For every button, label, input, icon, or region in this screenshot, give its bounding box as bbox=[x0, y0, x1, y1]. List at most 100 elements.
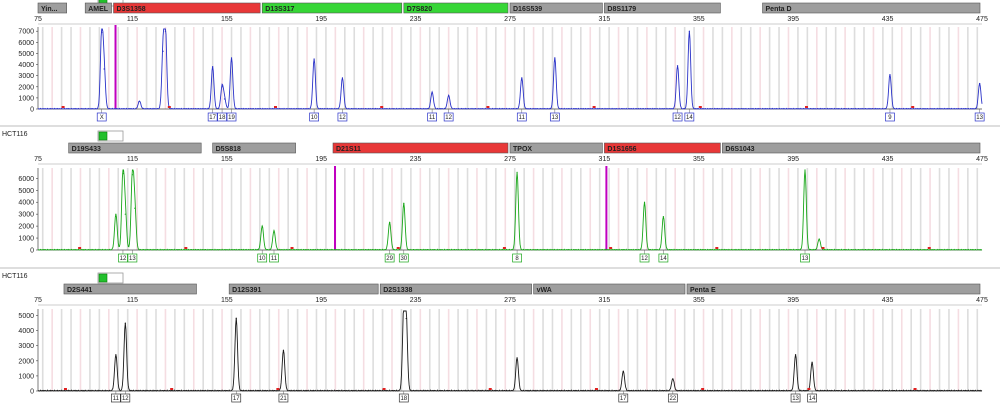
allele-call-label: 29 bbox=[386, 256, 393, 262]
peak-point bbox=[804, 169, 806, 171]
artifact-mark bbox=[701, 388, 705, 390]
peak-point bbox=[221, 86, 223, 88]
x-tick-label: 195 bbox=[315, 297, 327, 304]
allele-call-label: 13 bbox=[551, 115, 558, 121]
y-tick-label: 2000 bbox=[18, 84, 34, 91]
signal-trace bbox=[37, 310, 983, 392]
peak-point bbox=[811, 361, 813, 363]
peak-point bbox=[115, 354, 117, 356]
allele-call-label: 17 bbox=[233, 396, 240, 402]
allele-call-label: 22 bbox=[669, 396, 676, 402]
x-tick-label: 275 bbox=[504, 297, 516, 304]
peak-point bbox=[672, 378, 674, 380]
x-tick-label: 115 bbox=[127, 156, 138, 163]
peak-point bbox=[389, 221, 391, 224]
allele-call-label: 10 bbox=[259, 256, 266, 262]
x-tick-label: 355 bbox=[693, 297, 705, 304]
marker-label: D5S818 bbox=[216, 146, 241, 153]
peak-point bbox=[131, 174, 133, 176]
artifact-mark bbox=[61, 106, 65, 108]
artifact-mark bbox=[63, 388, 67, 390]
x-tick-label: 115 bbox=[127, 297, 138, 304]
allele-call-label: 13 bbox=[802, 256, 809, 262]
x-tick-label: 155 bbox=[221, 16, 233, 23]
allele-call-label: 18 bbox=[400, 396, 407, 402]
y-tick-label: 7000 bbox=[18, 29, 34, 36]
marker-label: D12S391 bbox=[232, 287, 261, 294]
y-tick-label: 6000 bbox=[18, 176, 34, 183]
x-tick-label: 395 bbox=[787, 16, 799, 23]
artifact-mark bbox=[592, 106, 596, 108]
x-tick-label: 435 bbox=[882, 16, 894, 23]
peak-point bbox=[516, 357, 518, 359]
allele-call-label: 12 bbox=[120, 256, 127, 262]
x-tick-label: 115 bbox=[127, 16, 138, 23]
y-tick-label: 2000 bbox=[18, 224, 34, 231]
allele-call-label: 21 bbox=[280, 396, 287, 402]
dye-color-chip[interactable] bbox=[98, 273, 108, 283]
x-tick-label: 395 bbox=[787, 156, 799, 163]
x-tick-label: 75 bbox=[34, 297, 42, 304]
peak-point bbox=[122, 172, 124, 175]
y-tick-label: 2000 bbox=[18, 358, 34, 365]
x-tick-label: 235 bbox=[410, 16, 422, 23]
marker-bar[interactable] bbox=[686, 283, 981, 295]
allele-call-label: 14 bbox=[809, 396, 816, 402]
artifact-mark bbox=[290, 247, 294, 249]
y-tick-label: 3000 bbox=[18, 73, 34, 80]
artifact-mark bbox=[488, 388, 492, 390]
peak-point bbox=[164, 30, 167, 32]
artifact-mark bbox=[382, 388, 386, 390]
y-tick-label: 3000 bbox=[18, 212, 34, 219]
x-tick-label: 195 bbox=[315, 156, 327, 163]
artifact-mark bbox=[502, 247, 506, 249]
artifact-mark bbox=[170, 388, 174, 390]
marker-label: D6S1043 bbox=[725, 146, 754, 153]
peak-point bbox=[516, 171, 518, 173]
marker-label: D3S1358 bbox=[117, 6, 146, 13]
marker-label: AMEL bbox=[88, 6, 109, 13]
peak-point bbox=[521, 77, 523, 79]
artifact-mark bbox=[698, 106, 702, 108]
allele-call-label: 12 bbox=[122, 396, 129, 402]
allele-call-label: 13 bbox=[129, 256, 136, 262]
artifact-mark bbox=[911, 106, 915, 108]
artifact-mark bbox=[715, 247, 719, 249]
allele-call-label: 12 bbox=[641, 256, 648, 262]
artifact-mark bbox=[274, 106, 277, 108]
peak-point bbox=[115, 213, 117, 215]
artifact-mark bbox=[821, 247, 825, 249]
peak-point bbox=[448, 95, 450, 97]
electropherogram-window: Yin... AMEL D3S1358 D13S317 D7S820 D16S539 D8S… bbox=[0, 0, 1000, 407]
marker-label: D19S433 bbox=[72, 146, 101, 153]
y-tick-label: 0 bbox=[30, 107, 34, 114]
peak-point bbox=[403, 202, 405, 205]
allele-call-label: 30 bbox=[400, 256, 407, 262]
x-tick-label: 275 bbox=[504, 16, 516, 23]
x-tick-label: 435 bbox=[882, 156, 894, 163]
allele-call-label: 12 bbox=[674, 115, 681, 121]
x-tick-label: 475 bbox=[976, 297, 988, 304]
allele-call-label: 11 bbox=[519, 115, 526, 121]
peak-point bbox=[138, 100, 141, 102]
peak-point bbox=[261, 225, 263, 227]
allele-call-label: X bbox=[100, 115, 104, 121]
panel-1: Yin... AMEL D3S1358 D13S317 D7S820 D16S539 D8S… bbox=[18, 0, 988, 122]
x-tick-label: 75 bbox=[34, 16, 42, 23]
dye-color-chip[interactable] bbox=[98, 131, 108, 141]
marker-bar[interactable] bbox=[722, 142, 981, 154]
allele-call-label: 14 bbox=[660, 256, 667, 262]
marker-bar[interactable] bbox=[533, 283, 686, 295]
artifact-mark bbox=[594, 388, 598, 390]
peak-point bbox=[403, 310, 405, 312]
allele-call-label: 11 bbox=[429, 115, 436, 121]
x-tick-label: 275 bbox=[504, 156, 516, 163]
x-tick-label: 435 bbox=[882, 297, 894, 304]
artifact-mark bbox=[396, 247, 400, 249]
x-tick-label: 315 bbox=[599, 16, 611, 23]
artifact-mark bbox=[805, 106, 808, 108]
y-tick-label: 4000 bbox=[18, 200, 34, 207]
marker-label: D1S1656 bbox=[607, 146, 636, 153]
marker-bar[interactable] bbox=[762, 2, 981, 14]
y-tick-label: 0 bbox=[30, 389, 34, 396]
